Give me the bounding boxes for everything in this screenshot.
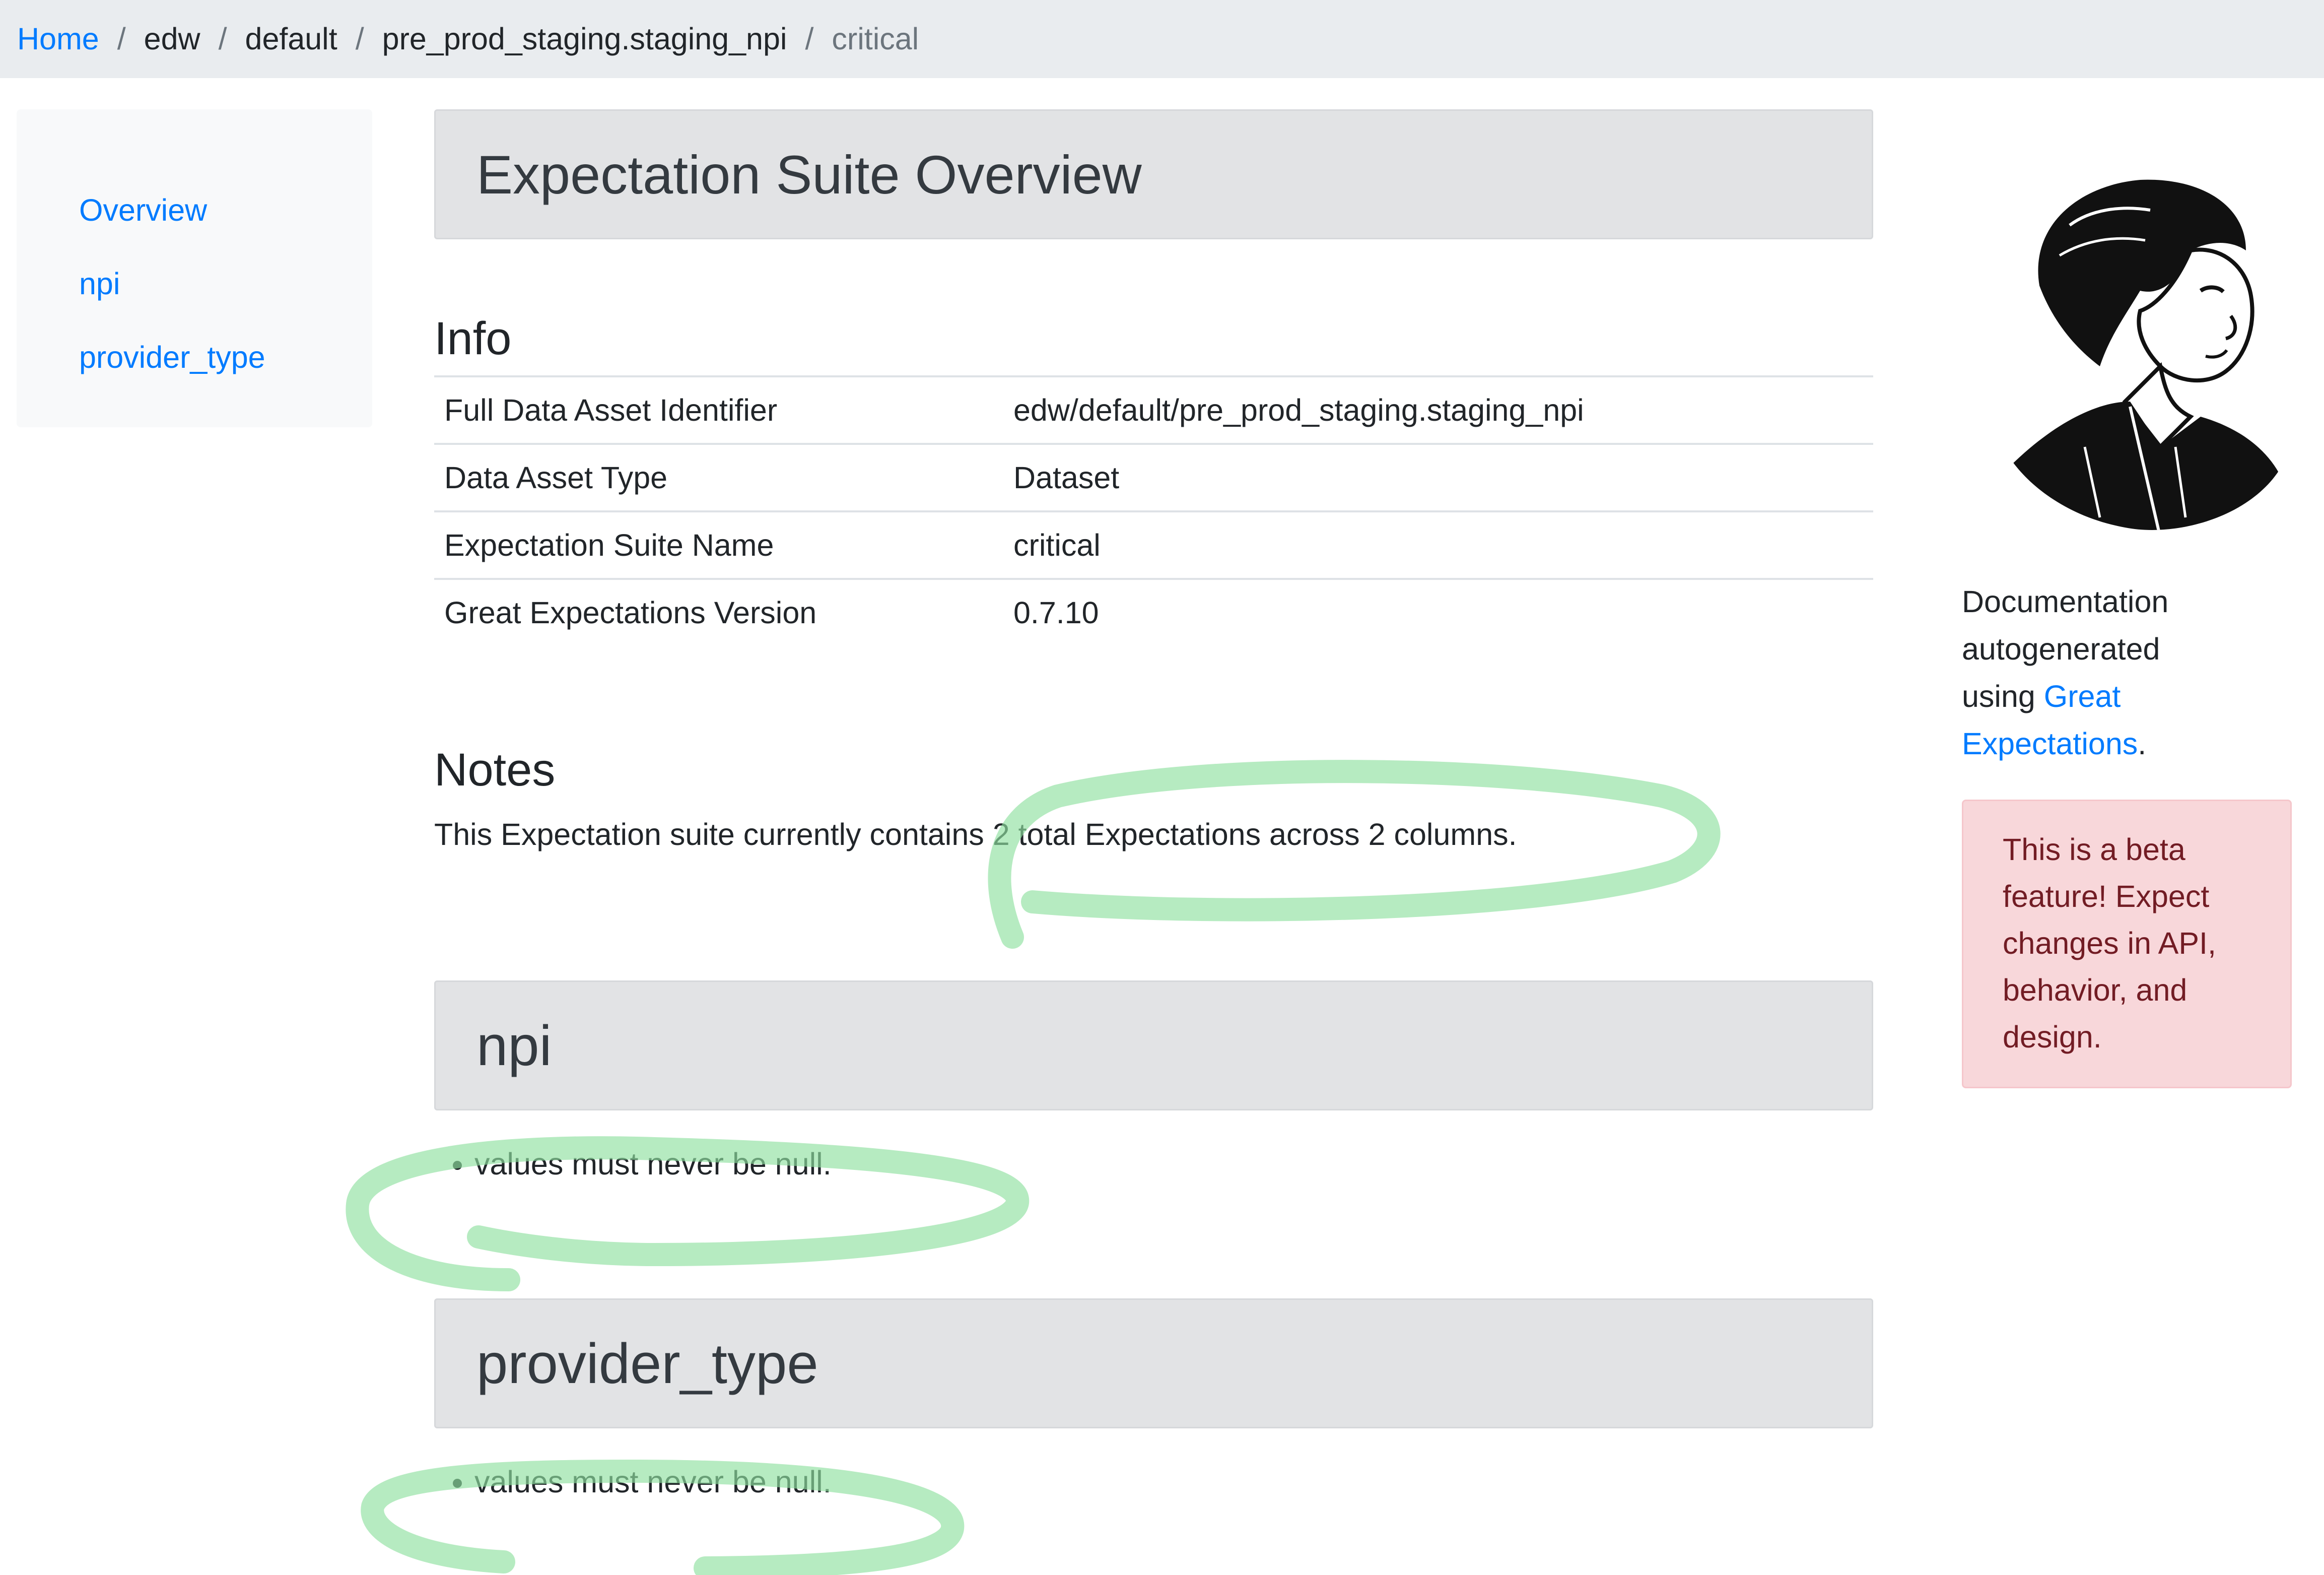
info-heading: Info	[434, 313, 512, 364]
column-header-provider-type: provider_type	[434, 1298, 1873, 1429]
breadcrumb-separator: /	[218, 22, 227, 56]
doc-line: Documentation	[1962, 584, 2169, 619]
info-value: critical	[1003, 510, 1873, 579]
main-content: Expectation Suite Overview Info Full Dat…	[434, 109, 1873, 1500]
notes-heading: Notes	[434, 744, 556, 796]
sidebar-item-overview[interactable]: Overview	[79, 195, 372, 226]
expectation-list: values must never be null.	[434, 1464, 1873, 1500]
table-row: Data Asset Type Dataset	[434, 443, 1873, 511]
notes-text: This Expectation suite currently contain…	[434, 817, 1517, 851]
right-panel: Documentation autogenerated using Great …	[1962, 109, 2294, 1088]
info-value: edw/default/pre_prod_staging.staging_npi	[1003, 375, 1873, 444]
breadcrumb-item-edw: edw	[144, 22, 200, 56]
info-value: 0.7.10	[1003, 578, 1873, 645]
expectation-list: values must never be null.	[434, 1146, 1873, 1183]
breadcrumb-item-active: critical	[832, 22, 919, 56]
overview-card-header: Expectation Suite Overview	[434, 109, 1873, 239]
doc-period: .	[2138, 727, 2147, 761]
sidebar-item-npi[interactable]: npi	[79, 269, 372, 299]
doc-line: autogenerated	[1962, 632, 2160, 666]
table-row: Great Expectations Version 0.7.10	[434, 578, 1873, 645]
doc-line: using	[1962, 679, 2044, 713]
beta-alert: This is a beta feature! Expect changes i…	[1962, 800, 2292, 1088]
list-item: values must never be null.	[474, 1146, 1873, 1183]
info-key: Full Data Asset Identifier	[434, 375, 1003, 444]
breadcrumb-item-default: default	[245, 22, 337, 56]
info-key: Data Asset Type	[434, 443, 1003, 511]
great-expectations-link[interactable]: Great	[2044, 679, 2121, 713]
documentation-note: Documentation autogenerated using Great …	[1962, 578, 2294, 767]
great-expectations-link[interactable]: Expectations	[1962, 727, 2138, 761]
column-title: provider_type	[476, 1332, 818, 1395]
page-title: Expectation Suite Overview	[476, 144, 1142, 205]
info-key: Great Expectations Version	[434, 578, 1003, 645]
column-header-npi: npi	[434, 980, 1873, 1110]
great-expectations-logo	[2009, 174, 2281, 530]
breadcrumb: Home / edw / default / pre_prod_staging.…	[0, 0, 2324, 78]
sidebar-nav: Overview npi provider_type	[17, 109, 372, 427]
info-table: Full Data Asset Identifier edw/default/p…	[434, 375, 1873, 645]
table-row: Expectation Suite Name critical	[434, 510, 1873, 579]
breadcrumb-separator: /	[355, 22, 364, 56]
breadcrumb-home-link[interactable]: Home	[17, 24, 99, 54]
breadcrumb-separator: /	[117, 22, 126, 56]
info-key: Expectation Suite Name	[434, 510, 1003, 579]
sidebar-item-provider-type[interactable]: provider_type	[79, 342, 372, 373]
breadcrumb-separator: /	[805, 22, 814, 56]
breadcrumb-item-asset: pre_prod_staging.staging_npi	[382, 22, 787, 56]
table-row: Full Data Asset Identifier edw/default/p…	[434, 375, 1873, 444]
list-item: values must never be null.	[474, 1464, 1873, 1500]
column-title: npi	[476, 1014, 552, 1077]
info-value: Dataset	[1003, 443, 1873, 511]
